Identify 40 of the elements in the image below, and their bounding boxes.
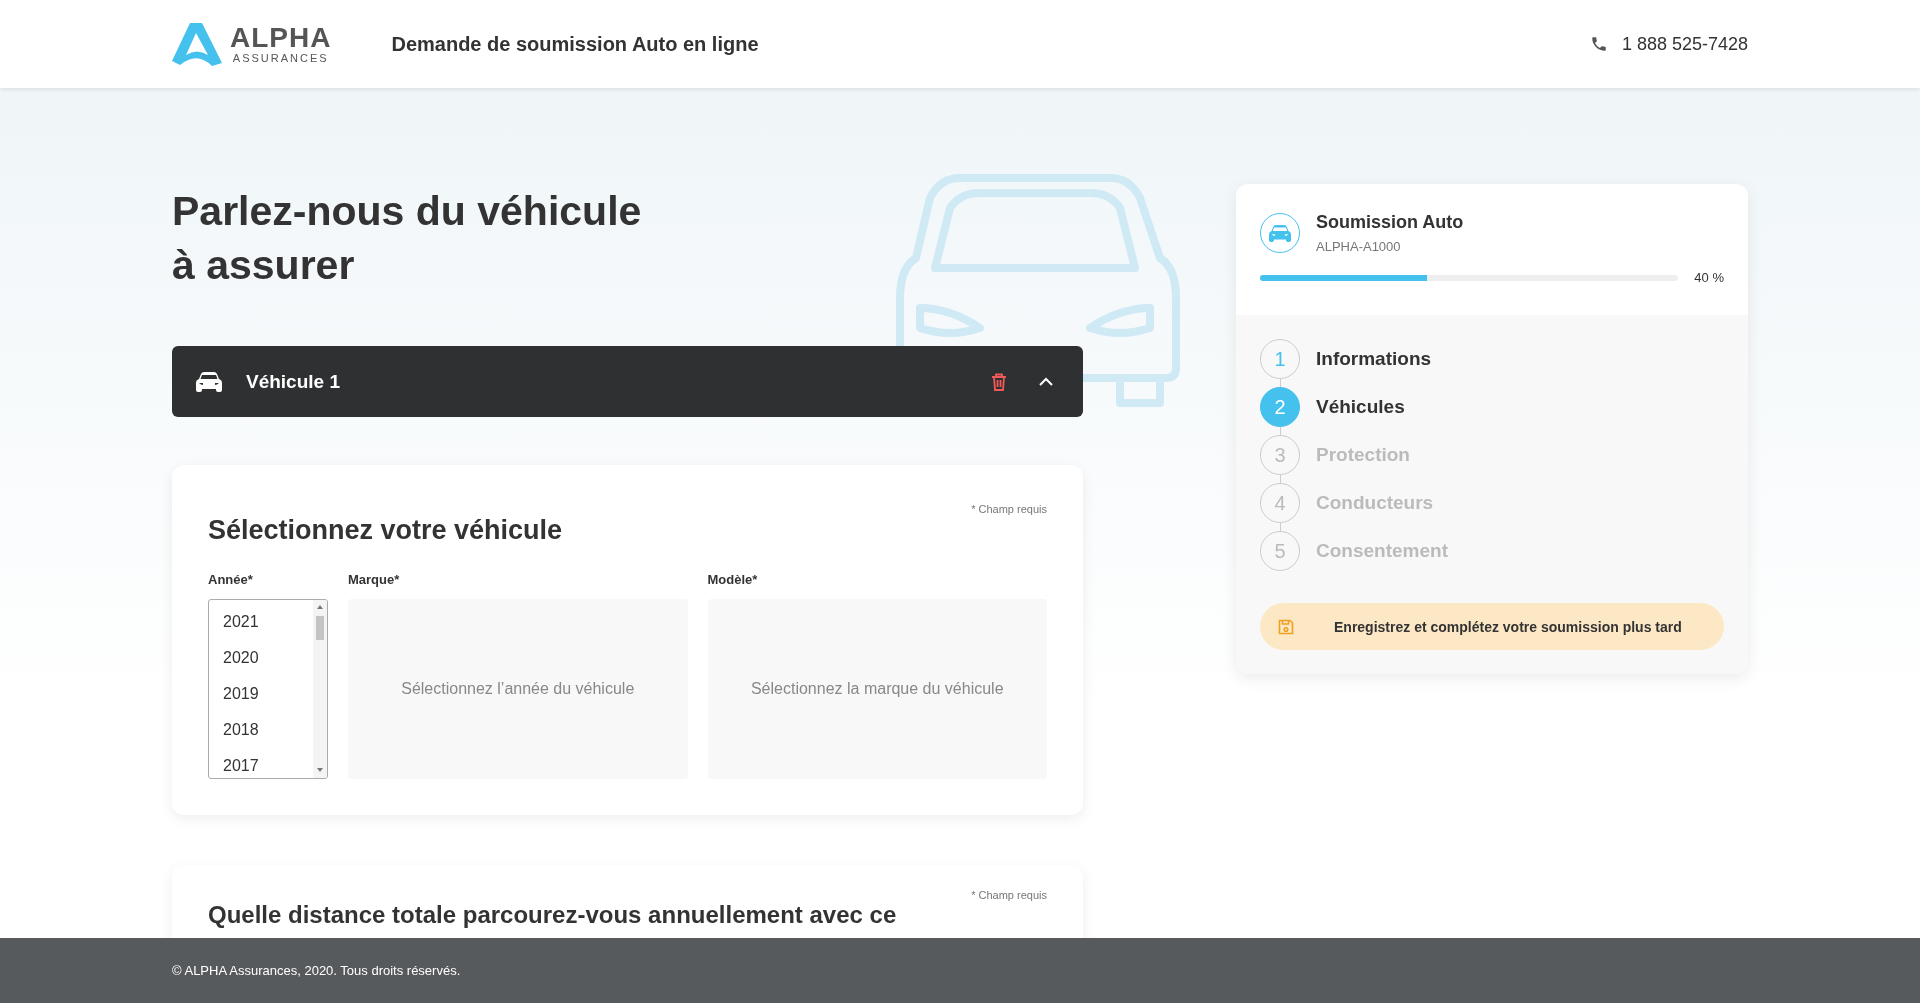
trash-icon xyxy=(991,372,1007,391)
vehicle-header-bar[interactable]: Véhicule 1 xyxy=(172,346,1083,417)
year-option[interactable]: 2017 xyxy=(223,754,313,777)
step-number: 2 xyxy=(1260,387,1300,427)
logo-wordmark: ALPHA xyxy=(230,24,332,52)
step-label[interactable]: Informations xyxy=(1316,348,1432,370)
field-label: Année* xyxy=(208,572,254,587)
phone-number[interactable]: 1 888 525-7428 xyxy=(1621,33,1748,55)
year-option[interactable]: 2020 xyxy=(223,646,313,669)
field-label: Modèle* xyxy=(707,572,759,587)
year-option[interactable]: 2018 xyxy=(223,718,313,741)
year-option[interactable]: 2019 xyxy=(223,682,313,705)
progress-percent: 40 % xyxy=(1694,270,1724,285)
step-number: 1 xyxy=(1260,339,1300,379)
vehicle-label: Véhicule 1 xyxy=(246,370,340,393)
phone-icon xyxy=(1589,35,1608,53)
logo-icon xyxy=(172,21,222,67)
required-note: * Champ requis xyxy=(971,503,1047,515)
save-later-button[interactable]: Enregistrez et complétez votre soumission plus tard xyxy=(1260,603,1724,650)
step-number: 4 xyxy=(1260,483,1300,523)
step-number: 5 xyxy=(1260,531,1300,571)
car-icon xyxy=(196,371,222,392)
copyright-text: © ALPHA Assurances, 2020. Tous droits réservés. xyxy=(172,963,461,978)
scrollbar[interactable] xyxy=(313,600,327,778)
page-title: Parlez-nous du véhicule xyxy=(172,187,642,236)
year-option[interactable]: 2021 xyxy=(223,610,313,633)
page-title: à assurer xyxy=(172,241,355,290)
chevron-icon xyxy=(1039,377,1053,386)
field-label: Marque* xyxy=(348,572,401,587)
save-icon xyxy=(1278,618,1294,635)
logo-tagline: ASSURANCES xyxy=(232,52,329,64)
step-number: 3 xyxy=(1260,435,1300,475)
reference-number: ALPHA-A1000 xyxy=(1316,239,1401,254)
summary-title: Soumission Auto xyxy=(1316,212,1464,233)
year-listbox[interactable]: 2021 2020 2019 2018 2017 xyxy=(208,599,328,779)
step-label[interactable]: Véhicules xyxy=(1316,396,1405,418)
header-title: Demande de soumission Auto en ligne xyxy=(391,32,759,56)
required-note: * Champ requis xyxy=(971,889,1047,901)
section-title: Quelle distance totale parcourez-vous annuellement avec ce xyxy=(208,901,897,929)
section-title: Sélectionnez votre véhicule xyxy=(208,515,563,546)
